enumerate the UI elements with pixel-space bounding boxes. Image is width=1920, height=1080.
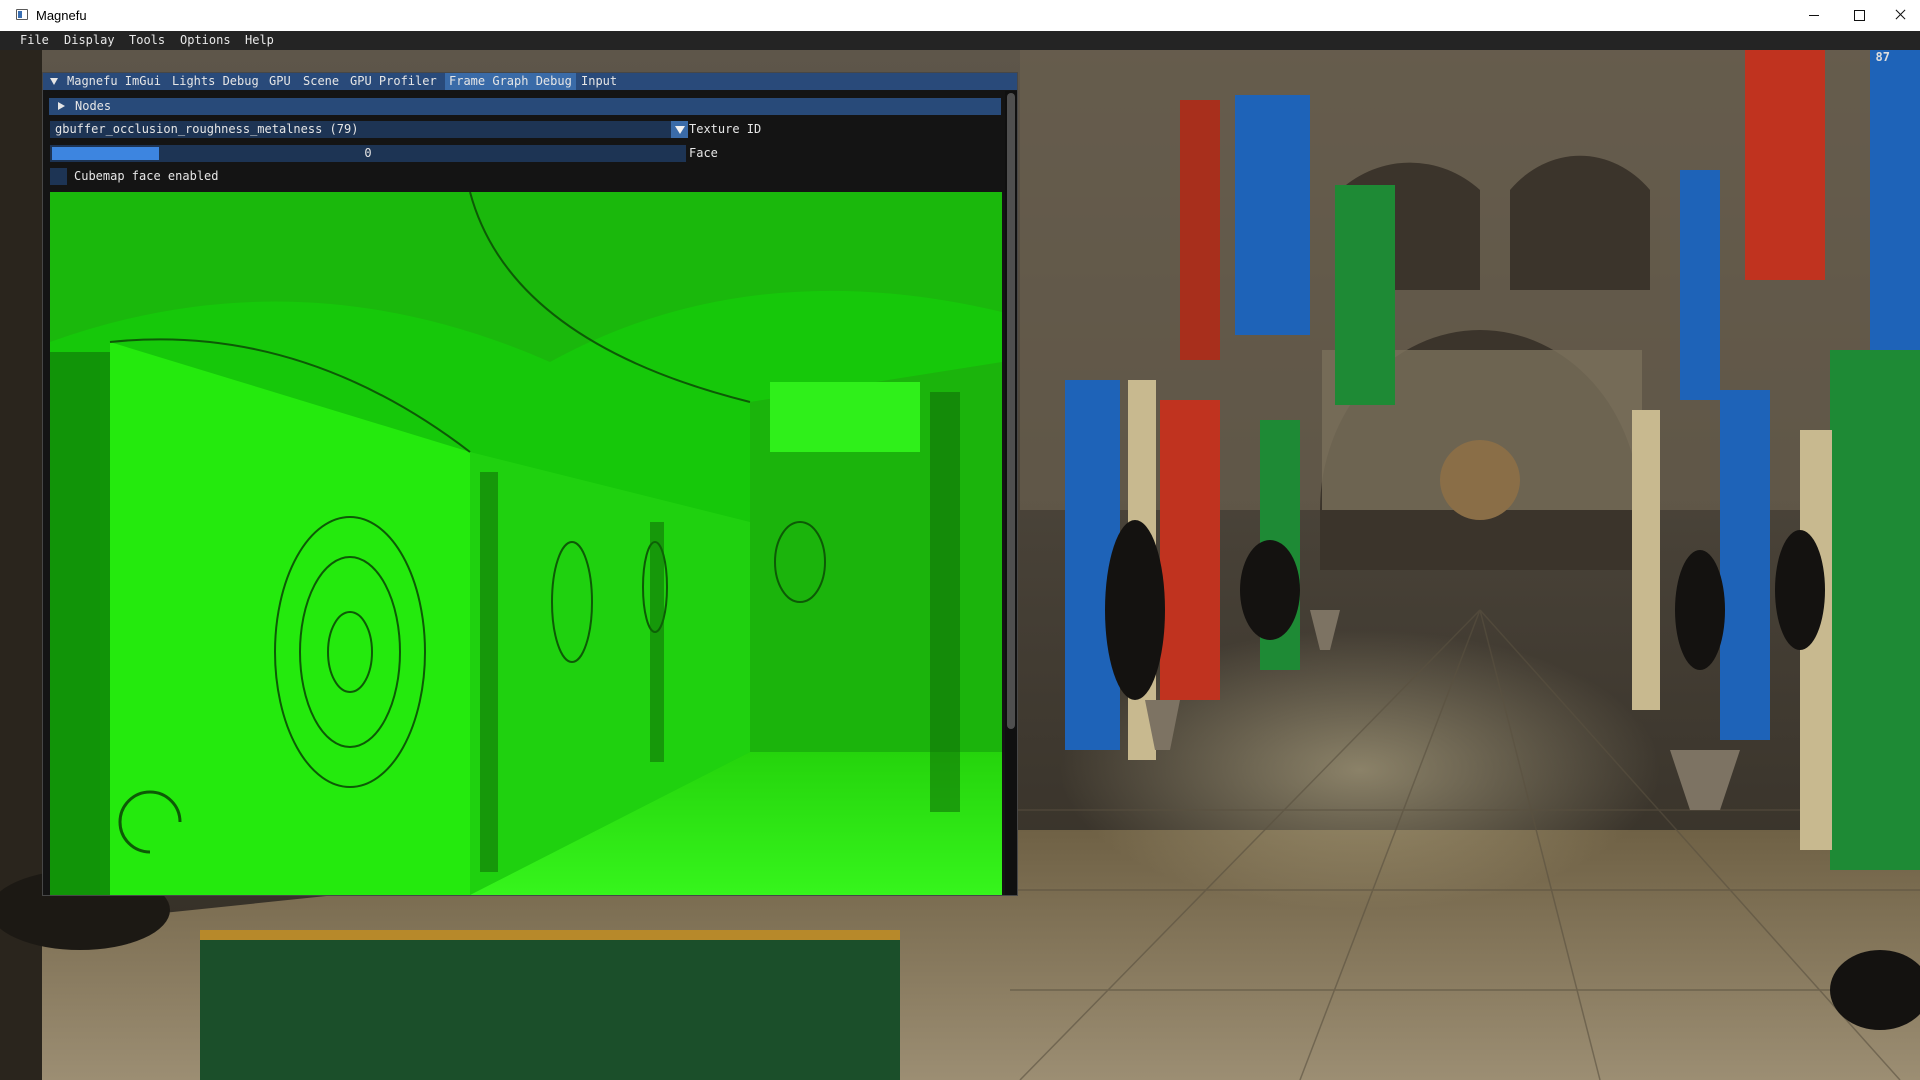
texture-id-combo[interactable]: gbuffer_occlusion_roughness_metalness (7… [50,121,688,138]
tab-input[interactable]: Input [577,73,621,90]
minimize-icon[interactable] [1790,0,1836,30]
fps-counter: 87 [1875,50,1890,64]
tab-lights-debug[interactable]: Lights Debug [168,73,263,90]
app-icon [16,9,28,20]
face-slider[interactable]: 0 [50,145,686,162]
combo-arrow-icon[interactable] [671,121,688,138]
face-label: Face [689,146,718,160]
menu-file[interactable]: File [20,31,49,50]
nodes-label: Nodes [75,99,112,113]
texture-id-label: Texture ID [689,122,762,136]
imgui-scrollbar[interactable] [1005,91,1017,895]
collapse-arrow-icon[interactable] [50,78,58,85]
menu-display[interactable]: Display [64,31,115,50]
title-bar: Magnefu [0,0,1920,32]
tree-arrow-icon [58,102,65,110]
face-slider-value: 0 [364,146,372,160]
menu-tools[interactable]: Tools [129,31,165,50]
app-menu-bar: File Display Tools Options Help [0,31,1920,50]
texture-preview-image [50,192,1002,895]
tab-frame-graph-debug[interactable]: Frame Graph Debug [445,73,576,90]
cubemap-face-label: Cubemap face enabled [74,169,219,183]
maximize-icon[interactable] [1836,0,1882,30]
cubemap-face-checkbox[interactable] [50,168,67,185]
tab-gpu-profiler[interactable]: GPU Profiler [346,73,441,90]
menu-options[interactable]: Options [180,31,231,50]
close-icon[interactable] [1882,0,1920,30]
texture-combo-value: gbuffer_occlusion_roughness_metalness (7… [55,122,359,136]
imgui-menu-bar: Magnefu ImGui Lights Debug GPU Scene GPU… [43,73,1017,90]
tab-gpu[interactable]: GPU [265,73,295,90]
tab-scene[interactable]: Scene [299,73,343,90]
texture-preview [50,192,1002,895]
menu-help[interactable]: Help [245,31,274,50]
nodes-tree-header[interactable]: Nodes [49,98,1001,115]
window-title: Magnefu [36,8,87,23]
imgui-scroll-thumb[interactable] [1007,93,1015,729]
tab-magnefu-imgui[interactable]: Magnefu ImGui [63,73,165,90]
imgui-debug-window[interactable]: Magnefu ImGui Lights Debug GPU Scene GPU… [42,72,1018,896]
